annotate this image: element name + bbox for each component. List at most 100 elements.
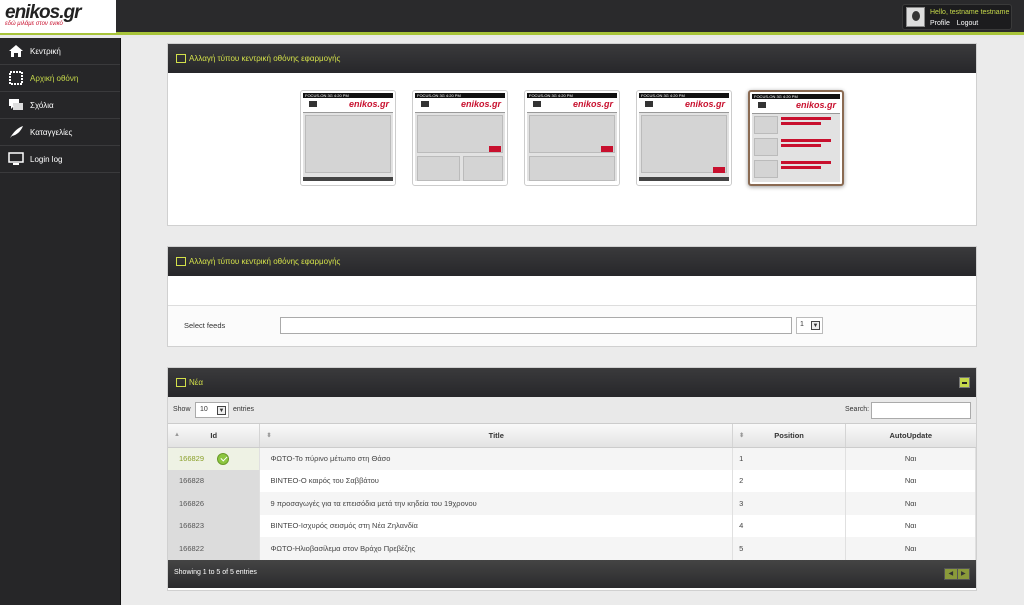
collapse-button[interactable]	[959, 377, 970, 388]
theme-option-3[interactable]: FOCUS-ON 3G 4:20 PM enikos.gr	[524, 90, 620, 186]
row-autoupdate: Ναι	[845, 492, 976, 515]
row-title: ΒΙΝΤΕΟ-Ο καιρός του Σαββάτου	[259, 469, 734, 492]
table-row[interactable]: 166829 ΦΩΤΟ-Το πύρινο μέτωπο στη Θάσο 1 …	[168, 447, 976, 470]
sidebar-item-label: Αρχική οθόνη	[30, 73, 79, 83]
column-header-position[interactable]: ⬍ Position	[732, 424, 847, 448]
row-position: 3	[732, 492, 847, 515]
user-box: Hello, testname testname Profile Logout	[902, 4, 1012, 30]
phone-logo: enikos.gr	[348, 99, 389, 109]
screen-frame-icon	[8, 71, 24, 85]
phone-logo: enikos.gr	[684, 99, 725, 109]
table-toolbar: Show 10 ▼ entries Search:	[168, 397, 976, 424]
search-input[interactable]	[871, 402, 971, 419]
theme-option-4[interactable]: FOCUS-ON 3G 4:20 PM enikos.gr	[636, 90, 732, 186]
news-panel: Νέα Show 10 ▼ entries Search: ▲ Id ⬍ Title …	[167, 367, 977, 591]
sort-icon: ⬍	[739, 433, 745, 439]
sidebar-item-label: Κεντρική	[30, 46, 61, 56]
row-autoupdate: Ναι	[845, 469, 976, 492]
row-title: ΒΙΝΤΕΟ-Ισχυρός σεισμός στη Νέα Ζηλανδία	[259, 514, 734, 537]
column-label: Position	[774, 430, 804, 440]
sidebar: Κεντρική Αρχική οθόνη Σχόλια Καταγγελίες…	[0, 38, 121, 605]
row-autoupdate: Ναι	[845, 537, 976, 560]
avatar[interactable]	[906, 7, 925, 27]
column-header-autoupdate[interactable]: AutoUpdate	[845, 424, 976, 448]
pagination: ◀ ▶	[944, 567, 970, 580]
panel-header: Αλλαγή τύπου κεντρική οθόνης εφαρμογής	[168, 247, 976, 276]
logout-link[interactable]: Logout	[957, 20, 978, 27]
sort-icon: ▲	[174, 432, 180, 438]
feeds-label: Select feeds	[184, 321, 226, 330]
table-row[interactable]: 166822 ΦΩΤΟ-Ηλιοβασίλεμα στον Βράχο Πρεβ…	[168, 537, 976, 560]
table-row[interactable]: 166823 ΒΙΝΤΕΟ-Ισχυρός σεισμός στη Νέα Ζη…	[168, 514, 976, 537]
next-page-button[interactable]: ▶	[958, 569, 970, 579]
sort-icon: ⬍	[266, 433, 272, 439]
page-size-select[interactable]: 10 ▼	[195, 402, 229, 418]
sidebar-item-comments[interactable]: Σχόλια	[0, 92, 120, 119]
panel-title: Αλλαγή τύπου κεντρική οθόνης εφαρμογής	[189, 257, 341, 266]
top-bar: enikos.gr εδώ μιλάμε στον ενικό Hello, t…	[0, 0, 1024, 35]
logo-text: enikos	[5, 2, 60, 23]
menu-icon	[533, 101, 541, 107]
menu-icon	[758, 102, 766, 108]
row-title: ΦΩΤΟ-Το πύρινο μέτωπο στη Θάσο	[259, 447, 734, 470]
row-autoupdate: Ναι	[845, 447, 976, 470]
feather-icon	[8, 125, 24, 139]
layout-icon	[176, 54, 186, 63]
feeds-input[interactable]	[280, 317, 792, 334]
row-id: 166829	[179, 453, 205, 463]
home-icon	[8, 44, 24, 58]
row-position: 2	[732, 469, 847, 492]
feeds-row: Select feeds 1 ▼	[168, 305, 976, 346]
panel-title: Αλλαγή τύπου κεντρική οθόνης εφαρμογής	[189, 54, 341, 63]
user-greeting: Hello, testname testname	[930, 9, 1010, 16]
row-id: 166826	[168, 492, 261, 515]
row-id: 166828	[168, 469, 261, 492]
theme-panel: Αλλαγή τύπου κεντρική οθόνης εφαρμογής F…	[167, 43, 977, 226]
panel-title: Νέα	[189, 378, 203, 387]
comments-icon	[8, 98, 24, 112]
search-label: Search:	[845, 406, 870, 413]
theme-option-2[interactable]: FOCUS-ON 3G 4:20 PM enikos.gr	[412, 90, 508, 186]
logo-tagline: εδώ μιλάμε στον ενικό	[5, 21, 63, 27]
sidebar-item-home-screen[interactable]: Αρχική οθόνη	[0, 65, 120, 92]
sidebar-item-login-log[interactable]: Login log	[0, 146, 120, 173]
row-position: 5	[732, 537, 847, 560]
page-size-value: 10	[200, 406, 208, 413]
row-title: 9 προσαγωγές για τα επεισόδια μετά την κ…	[259, 492, 734, 515]
feeds-select-value: 1	[800, 321, 804, 328]
theme-options: FOCUS-ON 3G 4:20 PM enikos.gr FOCUS-ON 3…	[168, 73, 976, 186]
entries-label: entries	[233, 406, 255, 413]
theme-option-1[interactable]: FOCUS-ON 3G 4:20 PM enikos.gr	[300, 90, 396, 186]
phone-logo: enikos.gr	[795, 100, 836, 110]
layout-icon	[176, 257, 186, 266]
sidebar-item-label: Login log	[30, 154, 63, 164]
check-icon	[217, 452, 230, 465]
feeds-panel: Αλλαγή τύπου κεντρική οθόνης εφαρμογής S…	[167, 246, 977, 347]
sidebar-item-home[interactable]: Κεντρική	[0, 38, 120, 65]
menu-icon	[645, 101, 653, 107]
column-label: Title	[488, 430, 504, 440]
theme-option-5[interactable]: FOCUS-ON 3G 4:20 PM enikos.gr	[748, 90, 844, 186]
profile-link[interactable]: Profile	[930, 20, 950, 27]
table-row[interactable]: 166828 ΒΙΝΤΕΟ-Ο καιρός του Σαββάτου 2 Να…	[168, 469, 976, 492]
phone-logo: enikos.gr	[572, 99, 613, 109]
column-header-title[interactable]: ⬍ Title	[259, 424, 734, 448]
prev-page-button[interactable]: ◀	[945, 568, 958, 579]
sidebar-item-reports[interactable]: Καταγγελίες	[0, 119, 120, 146]
column-header-id[interactable]: ▲ Id	[168, 424, 261, 448]
table-footer: Showing 1 to 5 of 5 entries ◀ ▶	[168, 559, 976, 588]
menu-icon	[309, 101, 317, 107]
chevron-down-icon: ▼	[811, 321, 820, 330]
column-label: Id	[210, 430, 218, 440]
main-content: Αλλαγή τύπου κεντρική οθόνης εφαρμογής F…	[122, 38, 1024, 605]
feeds-select[interactable]: 1 ▼	[796, 317, 823, 334]
row-id: 166822	[168, 537, 261, 560]
phone-logo: enikos.gr	[460, 99, 501, 109]
table-row[interactable]: 166826 9 προσαγωγές για τα επεισόδια μετ…	[168, 492, 976, 515]
row-id: 166823	[168, 514, 261, 537]
table-icon	[176, 378, 186, 387]
panel-header: Αλλαγή τύπου κεντρική οθόνης εφαρμογής	[168, 44, 976, 73]
enikos-logo[interactable]: enikos.gr εδώ μιλάμε στον ενικό	[0, 0, 116, 33]
sidebar-item-label: Καταγγελίες	[30, 127, 73, 137]
logo-tld: .gr	[59, 2, 81, 23]
